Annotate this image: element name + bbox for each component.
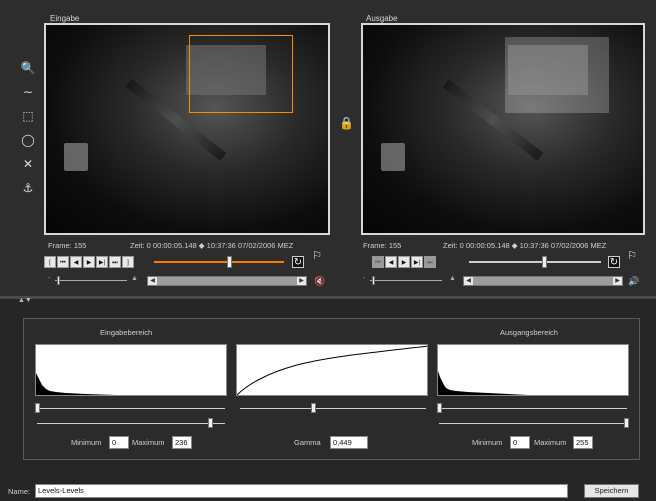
input-pane-title: Eingabe [50, 14, 80, 23]
play-button[interactable]: ▶ [83, 256, 95, 268]
close-icon[interactable]: ✕ [20, 156, 36, 172]
output-max-label: Maximum [534, 438, 567, 447]
pin-icon[interactable]: ⚐ [312, 249, 322, 263]
rect-select-icon[interactable]: ⬚ [20, 108, 36, 124]
output-zoom-slider[interactable] [370, 280, 442, 281]
input-white-slider[interactable] [37, 423, 225, 424]
input-frame-label: Frame: 155 [48, 241, 87, 250]
go-end-button[interactable]: ⏭ [109, 256, 121, 268]
gamma-curve [236, 344, 428, 396]
input-min-field[interactable]: 0 [109, 436, 129, 449]
gamma-knob[interactable] [311, 403, 316, 413]
input-scrollbar[interactable]: ◀ ▶ [147, 276, 307, 286]
output-seek-slider[interactable] [469, 256, 601, 268]
step-forward-button[interactable]: ▶| [96, 256, 108, 268]
input-zoom-knob[interactable] [57, 276, 60, 285]
input-time-label: Zeit: 0 00:00:05.148 ◆ 10:37:36 07/02/20… [130, 241, 294, 250]
pin-icon[interactable]: ⚐ [627, 249, 637, 263]
input-black-slider[interactable] [37, 408, 225, 409]
loop-icon[interactable]: ↻ [292, 256, 304, 268]
speaker-muted-icon[interactable]: 🔇 [314, 276, 326, 286]
input-zoom-slider[interactable] [55, 280, 127, 281]
input-histogram [35, 344, 227, 396]
lock-icon[interactable]: 🔒 [339, 116, 354, 130]
gamma-slider[interactable] [240, 408, 426, 409]
mark-out-button[interactable]: ] [122, 256, 134, 268]
input-video[interactable] [44, 23, 330, 235]
scroll-left-button[interactable]: ◀ [148, 277, 157, 285]
scroll-right-button[interactable]: ▶ [297, 277, 306, 285]
scroll-left-button[interactable]: ◀ [464, 277, 473, 285]
tool-column: 🔍 ∼ ⬚ ◯ ✕ ⚓ [20, 60, 40, 204]
output-pane-title: Ausgabe [366, 14, 398, 23]
gamma-field[interactable]: 0,449 [330, 436, 368, 449]
anchor-icon[interactable]: ⚓ [20, 180, 36, 196]
wave-icon[interactable]: ∼ [20, 84, 36, 100]
zoom-icon[interactable]: 🔍 [20, 60, 36, 76]
input-seek-slider[interactable] [154, 256, 284, 268]
input-min-label: Minimum [71, 438, 102, 447]
input-white-knob[interactable] [208, 418, 213, 428]
input-range-title: Eingabebereich [100, 328, 153, 337]
output-white-knob[interactable] [624, 418, 629, 428]
go-start-button[interactable]: ⏮ [372, 256, 384, 268]
go-end-button[interactable]: ⏭ [424, 256, 436, 268]
panel-splitter[interactable] [0, 296, 656, 299]
input-transport: [ ⏮ ◀ ▶ ▶| ⏭ ] [44, 256, 134, 268]
speaker-icon[interactable]: 🔊 [628, 276, 640, 286]
output-white-slider[interactable] [439, 423, 627, 424]
scene-bucket [381, 143, 405, 171]
output-frame-label: Frame: 155 [363, 241, 402, 250]
output-video [361, 23, 645, 235]
input-max-field[interactable]: 236 [172, 436, 192, 449]
play-button[interactable]: ▶ [398, 256, 410, 268]
output-time-label: Zeit: 0 00:00:05.148 ◆ 10:37:36 07/02/20… [443, 241, 607, 250]
input-max-label: Maximum [132, 438, 165, 447]
step-back-button[interactable]: ◀ [385, 256, 397, 268]
go-start-button[interactable]: ⏮ [57, 256, 69, 268]
output-min-label: Minimum [472, 438, 503, 447]
name-label: Name: [8, 487, 31, 496]
name-input[interactable]: Levels-Levels [35, 484, 568, 498]
scene-bucket [64, 143, 88, 171]
gamma-label: Gamma [294, 438, 321, 447]
output-range-title: Ausgangsbereich [500, 328, 558, 337]
collapse-icon[interactable]: ▲▼ [18, 297, 32, 304]
mark-in-button[interactable]: [ [44, 256, 56, 268]
scroll-right-button[interactable]: ▶ [613, 277, 622, 285]
output-max-field[interactable]: 255 [573, 436, 593, 449]
save-button[interactable]: Speichern [584, 484, 639, 498]
output-seek-knob[interactable] [542, 256, 547, 268]
output-min-field[interactable]: 0 [510, 436, 530, 449]
circle-select-icon[interactable]: ◯ [20, 132, 36, 148]
loop-icon[interactable]: ↻ [608, 256, 620, 268]
roi-output-region [505, 37, 609, 113]
step-back-button[interactable]: ◀ [70, 256, 82, 268]
output-scrollbar[interactable]: ◀ ▶ [463, 276, 623, 286]
output-zoom-knob[interactable] [372, 276, 375, 285]
output-histogram [437, 344, 629, 396]
step-forward-button[interactable]: ▶| [411, 256, 423, 268]
roi-rectangle[interactable] [189, 35, 293, 113]
output-black-slider[interactable] [439, 408, 627, 409]
input-black-knob[interactable] [35, 403, 40, 413]
output-transport: ⏮ ◀ ▶ ▶| ⏭ [372, 256, 436, 268]
output-black-knob[interactable] [437, 403, 442, 413]
input-seek-knob[interactable] [227, 256, 232, 268]
